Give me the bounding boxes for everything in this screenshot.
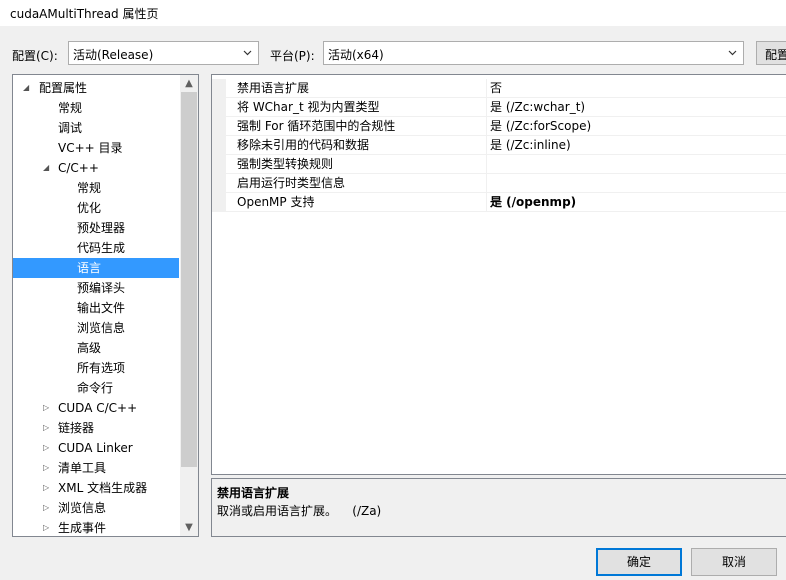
expander-icon[interactable]: ▷ [43,418,53,438]
tree-item-label: 命令行 [77,381,114,395]
tree-item-label: CUDA Linker [58,441,133,455]
tree-item-label: 语言 [77,261,102,275]
property-name: 强制 For 循环范围中的合规性 [237,119,396,133]
tree-item-label: XML 文档生成器 [58,481,148,495]
property-name: 启用运行时类型信息 [237,176,346,190]
property-name: 将 WChar_t 视为内置类型 [237,100,380,114]
tree-item-general[interactable]: 常规 [13,98,179,118]
tree-item-cpp-general[interactable]: 常规 [13,178,179,198]
tree-item-label: 高级 [77,341,102,355]
tree-item-browse-info[interactable]: ▷ 浏览信息 [13,498,179,518]
property-row[interactable]: 启用运行时类型信息 [212,174,786,193]
tree-item-manifest-tool[interactable]: ▷ 清单工具 [13,458,179,478]
tree-item-linker[interactable]: ▷ 链接器 [13,418,179,438]
tree-item-build-events[interactable]: ▷ 生成事件 [13,518,179,536]
tree-item-label: 链接器 [58,421,95,435]
property-row[interactable]: 强制 For 循环范围中的合规性 是 (/Zc:forScope) [212,117,786,136]
property-tree: ◢ 配置属性 常规 调试 VC++ 目录 ◢ C/C++ 常规 优化 预处理器 … [12,74,199,537]
expander-icon[interactable]: ▷ [43,478,53,498]
tree-item-precompiled-headers[interactable]: 预编译头 [13,278,179,298]
tree-item-cpp[interactable]: ◢ C/C++ [13,158,179,178]
platform-dropdown[interactable]: 活动(x64) [323,41,744,65]
expander-icon[interactable]: ▷ [43,458,53,478]
property-row[interactable]: OpenMP 支持 是 (/openmp) [212,193,786,212]
tree-item-cuda-cpp[interactable]: ▷ CUDA C/C++ [13,398,179,418]
title-bar: cudaAMultiThread 属性页 [0,0,786,26]
property-name: 移除未引用的代码和数据 [237,138,370,152]
tree-item-cuda-linker[interactable]: ▷ CUDA Linker [13,438,179,458]
window-title: cudaAMultiThread 属性页 [10,7,159,21]
property-grid: 禁用语言扩展 否 将 WChar_t 视为内置类型 是 (/Zc:wchar_t… [211,74,786,475]
platform-value: 活动(x64) [328,48,384,62]
chevron-down-icon [243,50,252,56]
tree-item-label: 浏览信息 [58,501,107,515]
config-dropdown[interactable]: 活动(Release) [68,41,259,65]
tree-item-label: C/C++ [58,161,99,175]
tree-item-optimization[interactable]: 优化 [13,198,179,218]
tree-item-label: 生成事件 [58,521,107,535]
tree-item-preprocessor[interactable]: 预处理器 [13,218,179,238]
tree-item-all-options[interactable]: 所有选项 [13,358,179,378]
tree-item-advanced[interactable]: 高级 [13,338,179,358]
tree-item-debugging[interactable]: 调试 [13,118,179,138]
tree-item-vc-directories[interactable]: VC++ 目录 [13,138,179,158]
scroll-up-icon[interactable]: ▲ [180,75,198,92]
expander-icon[interactable]: ◢ [43,158,53,178]
tree-scrollbar[interactable]: ▲ ▼ [180,75,198,536]
property-name: OpenMP 支持 [237,195,315,209]
description-panel: 禁用语言扩展 取消或启用语言扩展。 (/Za) [211,478,786,537]
tree-item-xml-doc-generator[interactable]: ▷ XML 文档生成器 [13,478,179,498]
property-row[interactable]: 禁用语言扩展 否 [212,79,786,98]
expander-icon[interactable]: ▷ [43,498,53,518]
property-row[interactable]: 将 WChar_t 视为内置类型 是 (/Zc:wchar_t) [212,98,786,117]
tree-item-browse-information[interactable]: 浏览信息 [13,318,179,338]
tree-item-label: 清单工具 [58,461,107,475]
config-value: 活动(Release) [73,48,154,62]
property-value[interactable]: 是 (/Zc:forScope) [486,117,786,136]
scroll-down-icon[interactable]: ▼ [180,519,198,536]
property-row[interactable]: 移除未引用的代码和数据 是 (/Zc:inline) [212,136,786,155]
tree-item-output-files[interactable]: 输出文件 [13,298,179,318]
description-title: 禁用语言扩展 [217,486,290,500]
expander-icon[interactable]: ▷ [43,518,53,536]
property-row[interactable]: 强制类型转换规则 [212,155,786,174]
tree-item-label: VC++ 目录 [58,141,123,155]
cancel-button[interactable]: 取消 [691,548,777,576]
scrollbar-thumb[interactable] [181,92,197,467]
tree-item-config-properties[interactable]: ◢ 配置属性 [13,78,179,98]
tree-item-label: 浏览信息 [77,321,126,335]
tree-item-label: 代码生成 [77,241,126,255]
configuration-manager-button[interactable]: 配置 [756,41,786,65]
tree-item-label: 常规 [58,101,83,115]
tree-item-label: 输出文件 [77,301,126,315]
config-label: 配置(C): [12,49,58,63]
expander-icon[interactable]: ▷ [43,438,53,458]
property-value[interactable]: 是 (/Zc:inline) [486,136,786,155]
property-name: 禁用语言扩展 [237,81,310,95]
property-value[interactable] [486,155,786,174]
tree-item-label: 调试 [58,121,83,135]
tree-item-label: 所有选项 [77,361,126,375]
property-value[interactable]: 否 [486,79,786,98]
property-value[interactable] [486,174,786,193]
tree-item-label: 配置属性 [39,81,88,95]
tree-item-label: 预处理器 [77,221,126,235]
tree-item-command-line[interactable]: 命令行 [13,378,179,398]
tree-item-label: CUDA C/C++ [58,401,138,415]
expander-icon[interactable]: ▷ [43,398,53,418]
platform-label: 平台(P): [270,49,315,63]
property-name: 强制类型转换规则 [237,157,334,171]
tree-item-label: 预编译头 [77,281,126,295]
description-text: 取消或启用语言扩展。 (/Za) [217,504,382,518]
expander-icon[interactable]: ◢ [23,78,33,98]
property-value[interactable]: 是 (/Zc:wchar_t) [486,98,786,117]
tree-item-label: 常规 [77,181,102,195]
tree-item-language[interactable]: 语言 [13,258,179,278]
chevron-down-icon [728,50,737,56]
tree-item-code-generation[interactable]: 代码生成 [13,238,179,258]
tree-item-label: 优化 [77,201,102,215]
property-value[interactable]: 是 (/openmp) [486,193,786,212]
ok-button[interactable]: 确定 [596,548,682,576]
